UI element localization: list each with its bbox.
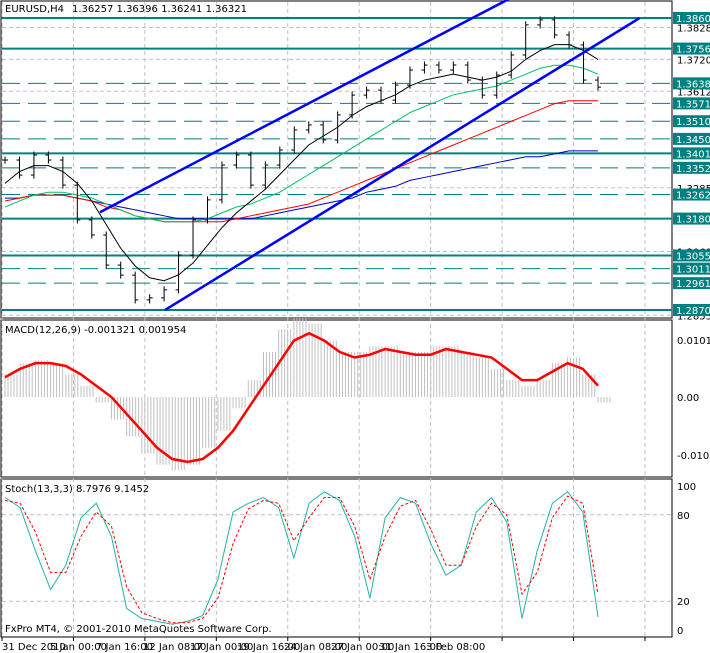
stoch-tick-label: 0	[677, 626, 683, 637]
level-label: 1.28709	[676, 306, 710, 317]
level-label: 1.36388	[676, 79, 710, 90]
time-label: 3 Feb 08:00	[426, 642, 485, 653]
level-label: 1.32621	[676, 191, 710, 202]
copyright: FxPro MT4, © 2001-2010 MetaQuotes Softwa…	[5, 624, 272, 635]
level-label: 1.34507	[676, 135, 710, 146]
macd-tick-label: 0.00	[677, 393, 699, 404]
macd-series	[4, 318, 611, 471]
price-tick-label: 1.37200	[677, 55, 710, 66]
level-label: 1.34016	[676, 149, 710, 160]
stoch-label: Stoch(13,3,3) 8.7976 9.1452	[5, 484, 149, 495]
header-ohlc: 1.36257 1.36396 1.36241 1.36321	[72, 4, 247, 15]
level-label: 1.31806	[676, 215, 710, 226]
price-axis: 1.382801.372001.361201.328501.306901.285…	[673, 12, 710, 637]
blue-ma-line	[5, 150, 598, 220]
green-ma-line	[4, 64, 599, 223]
time-axis: 31 Dec 2010 5 Jan 00:00 7 Jan 16:00 12 J…	[1, 637, 646, 653]
macd-tick-label: 0.010105	[677, 336, 710, 347]
channel-upper-line	[99, 0, 510, 214]
moving-averages	[4, 44, 599, 282]
stoch-series	[4, 491, 599, 625]
chart-canvas[interactable]: 1.382801.372001.361201.328501.306901.285…	[0, 0, 710, 653]
level-label: 1.38603	[676, 14, 710, 25]
level-label: 1.33526	[676, 164, 710, 175]
macd-signal-line	[4, 331, 599, 464]
level-label: 1.37567	[676, 45, 710, 56]
macd-tick-label: -0.010277	[677, 451, 710, 462]
stoch-tick-label: 100	[677, 482, 696, 493]
level-label: 1.29618	[676, 279, 710, 290]
level-label: 1.30110	[676, 265, 710, 276]
grid-lines	[1, 2, 672, 636]
header-symbol: EURUSD,H4	[5, 4, 64, 15]
stoch-tick-label: 20	[677, 597, 690, 608]
stoch-panel-frame	[0, 478, 673, 638]
stoch-tick-label: 80	[677, 511, 690, 522]
black-ma-line	[4, 44, 599, 282]
mt4-chart-window: 1.382801.372001.361201.328501.306901.285…	[0, 0, 710, 653]
level-label: 1.30556	[676, 251, 710, 262]
price-tick-label: 1.38280	[677, 24, 710, 35]
horizontal-levels[interactable]	[2, 17, 672, 311]
stoch-main-line	[4, 491, 599, 625]
level-label: 1.35710	[676, 99, 710, 110]
macd-label: MACD(12,26,9) -0.001321 0.001954	[5, 325, 186, 336]
level-label: 1.35105	[676, 117, 710, 128]
red-ma-line	[4, 100, 598, 223]
trend-channel[interactable]	[99, 0, 641, 312]
